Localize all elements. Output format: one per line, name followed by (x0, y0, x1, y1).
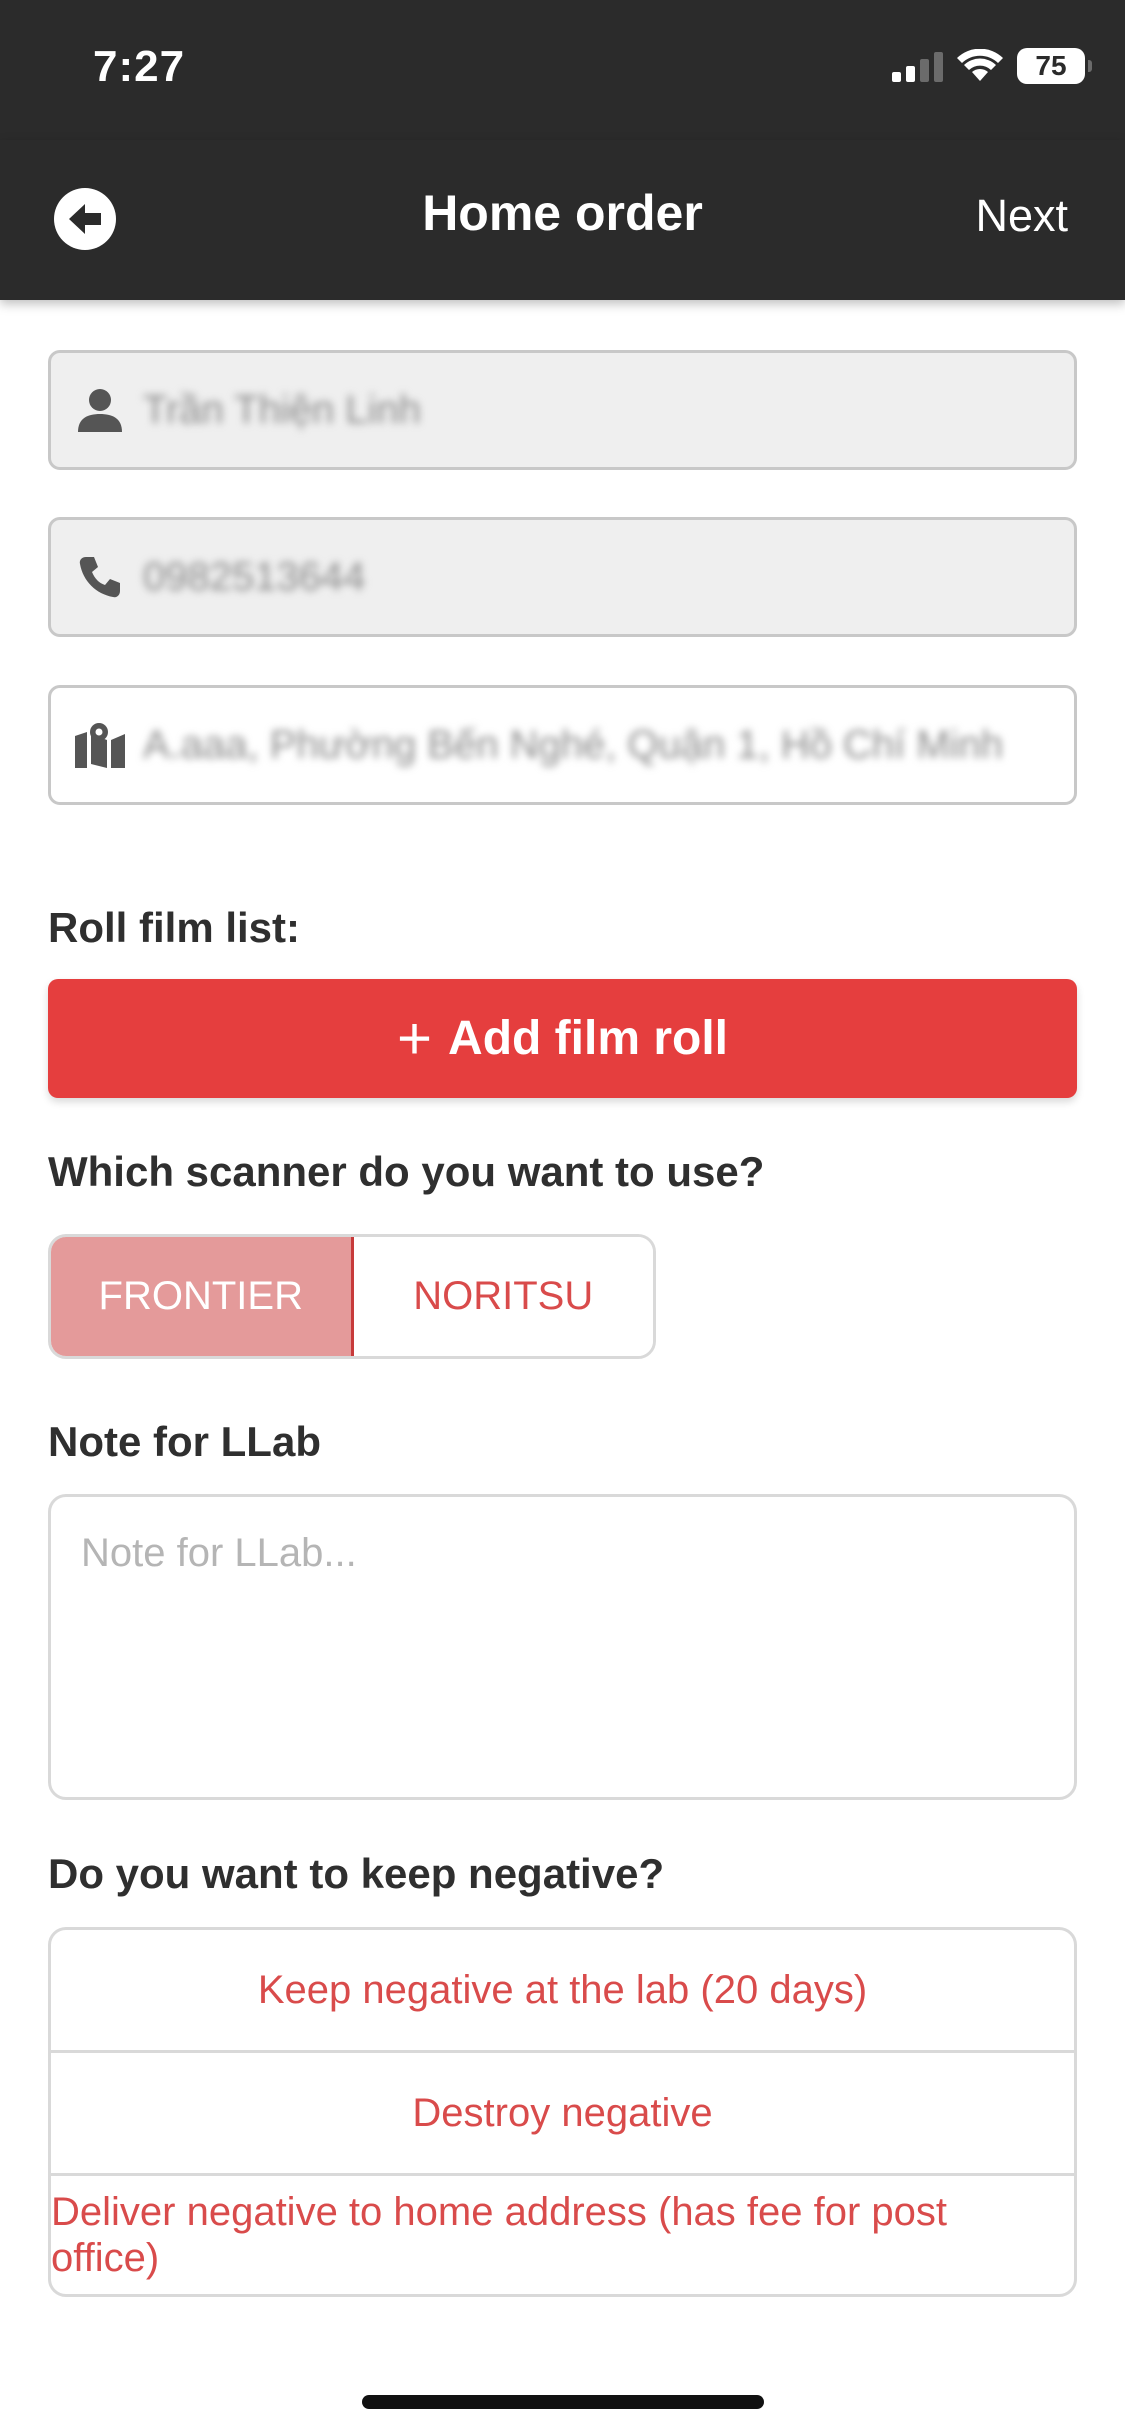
negative-option-destroy[interactable]: Destroy negative (51, 2053, 1074, 2176)
page-title: Home order (422, 185, 703, 241)
negative-option-deliver[interactable]: Deliver negative to home address (has fe… (51, 2176, 1074, 2294)
note-label: Note for LLab (48, 1418, 321, 1465)
address-value: A.aaa, Phường Bến Nghé, Quận 1, Hồ Chí M… (143, 722, 1004, 767)
name-value: Trần Thiện Linh (143, 387, 421, 432)
status-time: 7:27 (93, 42, 186, 91)
person-icon (73, 383, 127, 437)
next-button[interactable]: Next (975, 190, 1068, 242)
scanner-option-noritsu[interactable]: NORITSU (353, 1237, 653, 1356)
scanner-question: Which scanner do you want to use? (48, 1148, 765, 1195)
scanner-selector: FRONTIER NORITSU (48, 1234, 656, 1359)
negative-question: Do you want to keep negative? (48, 1850, 665, 1897)
wifi-icon (957, 49, 1003, 81)
negative-options: Keep negative at the lab (20 days) Destr… (48, 1927, 1077, 2297)
phone-value: 0982513644 (143, 554, 366, 599)
battery-icon: 75 (1017, 48, 1092, 84)
status-bar: 7:27 75 (0, 0, 1125, 140)
name-field[interactable]: Trần Thiện Linh (48, 350, 1077, 470)
add-film-roll-button[interactable]: + Add film roll (48, 979, 1077, 1098)
status-icons: 75 (892, 48, 1092, 84)
scanner-option-frontier[interactable]: FRONTIER (51, 1237, 354, 1356)
home-indicator (362, 2395, 764, 2409)
add-film-roll-label: Add film roll (448, 1012, 729, 1065)
roll-film-label: Roll film list: (48, 904, 300, 951)
address-field[interactable]: A.aaa, Phường Bến Nghé, Quận 1, Hồ Chí M… (48, 685, 1077, 805)
phone-field[interactable]: 0982513644 (48, 517, 1077, 637)
cellular-signal-icon (892, 50, 943, 82)
plus-icon: + (396, 1004, 433, 1072)
map-icon (73, 718, 127, 772)
phone-icon (73, 550, 127, 604)
negative-option-keep[interactable]: Keep negative at the lab (20 days) (51, 1930, 1074, 2053)
nav-bar: Home order Next (0, 140, 1125, 300)
note-textarea[interactable] (48, 1494, 1077, 1800)
